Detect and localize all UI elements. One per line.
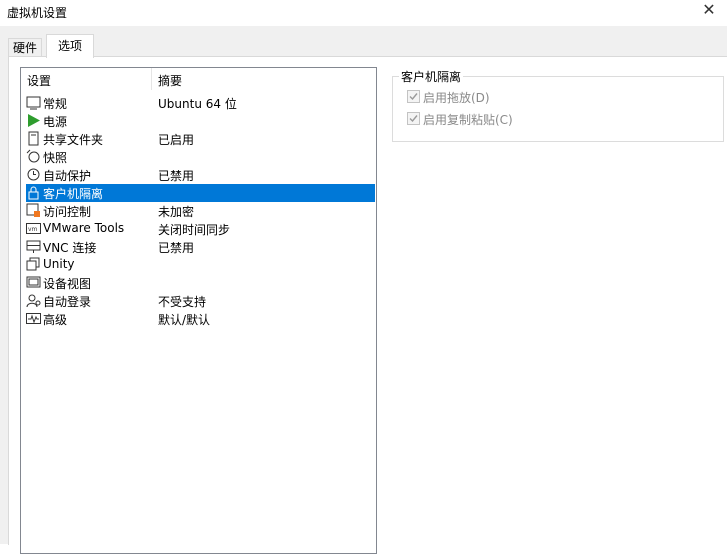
autologin-icon xyxy=(26,294,41,308)
list-item-summary: 不受支持 xyxy=(158,295,207,309)
vmware-tools-icon: vm xyxy=(26,223,41,234)
list-item-vmware-tools[interactable]: vm VMware Tools 关闭时间同步 xyxy=(26,220,375,238)
guest-isolation-group: 客户机隔离 启用拖放(D) 启用复制粘贴(C) xyxy=(392,68,724,142)
tab-hardware[interactable]: 硬件 xyxy=(8,38,42,57)
svg-text:vm: vm xyxy=(28,226,38,233)
list-item-summary: 已禁用 xyxy=(158,241,195,255)
list-item-autologin[interactable]: 自动登录 不受支持 xyxy=(26,292,375,310)
list-item-label: 客户机隔离 xyxy=(43,187,104,201)
list-item-device-view[interactable]: 设备视图 xyxy=(26,274,375,292)
shared-folder-icon xyxy=(28,131,39,146)
list-item-power[interactable]: 电源 xyxy=(26,112,375,130)
column-header-summary[interactable]: 摘要 xyxy=(152,68,358,90)
list-item-label: 设备视图 xyxy=(43,277,92,291)
list-item-summary: 已禁用 xyxy=(158,169,195,183)
general-icon xyxy=(26,96,41,110)
list-item-label: VNC 连接 xyxy=(43,241,97,255)
list-item-label: 高级 xyxy=(43,313,68,327)
list-item-label: 共享文件夹 xyxy=(43,133,104,147)
list-item-label: 访问控制 xyxy=(43,205,92,219)
list-item-summary: 已启用 xyxy=(158,133,195,147)
tab-options[interactable]: 选项 xyxy=(46,34,94,58)
list-item-access-control[interactable]: 访问控制 未加密 xyxy=(26,202,375,220)
device-view-icon xyxy=(26,276,41,288)
checkbox-checked-icon xyxy=(407,112,420,125)
list-item-label: 快照 xyxy=(43,151,68,165)
title-bar: 虚拟机设置 ✕ xyxy=(0,0,727,26)
list-item-autoprotect[interactable]: 自动保护 已禁用 xyxy=(26,166,375,184)
unity-icon xyxy=(26,257,40,271)
autoprotect-icon xyxy=(27,168,40,181)
list-item-advanced[interactable]: 高级 默认/默认 xyxy=(26,310,375,328)
list-item-vnc[interactable]: VNC 连接 已禁用 xyxy=(26,238,375,256)
close-icon[interactable]: ✕ xyxy=(701,0,717,19)
list-item-label: Unity xyxy=(43,257,75,271)
window-title: 虚拟机设置 xyxy=(7,6,68,20)
list-item-guest-isolation[interactable]: 客户机隔离 xyxy=(26,184,375,202)
checkbox-label: 启用复制粘贴(C) xyxy=(423,113,513,127)
group-title: 客户机隔离 xyxy=(399,68,464,85)
list-item-summary: Ubuntu 64 位 xyxy=(158,97,237,111)
list-item-summary: 默认/默认 xyxy=(158,313,211,327)
advanced-icon xyxy=(26,313,41,324)
list-header: 设置 摘要 xyxy=(21,68,376,90)
dialog-body: 硬件 选项 设置 摘要 常规 Ubuntu 64 位 电源 共享文件夹 已启用 xyxy=(0,26,727,554)
list-item-label: 自动登录 xyxy=(43,295,92,309)
column-header-settings[interactable]: 设置 xyxy=(21,68,152,90)
list-item-summary: 未加密 xyxy=(158,205,195,219)
list-item-general[interactable]: 常规 Ubuntu 64 位 xyxy=(26,94,375,112)
list-item-label: 自动保护 xyxy=(43,169,92,183)
list-item-unity[interactable]: Unity xyxy=(26,256,375,274)
options-panel: 设置 摘要 常规 Ubuntu 64 位 电源 共享文件夹 已启用 快照 自动保… xyxy=(8,56,727,554)
options-list[interactable]: 设置 摘要 常规 Ubuntu 64 位 电源 共享文件夹 已启用 快照 自动保… xyxy=(20,67,377,554)
checkbox-label: 启用拖放(D) xyxy=(423,91,490,105)
snapshot-icon xyxy=(26,149,40,163)
list-item-shared-folders[interactable]: 共享文件夹 已启用 xyxy=(26,130,375,148)
access-control-icon xyxy=(26,203,40,217)
vnc-icon xyxy=(26,240,41,253)
list-item-summary: 关闭时间同步 xyxy=(158,223,231,237)
list-item-snapshots[interactable]: 快照 xyxy=(26,148,375,166)
list-item-label: 电源 xyxy=(43,115,68,129)
checkbox-checked-icon xyxy=(407,90,420,103)
list-item-label: VMware Tools xyxy=(43,221,125,235)
list-item-label: 常规 xyxy=(43,97,68,111)
power-icon xyxy=(28,114,40,127)
lock-icon xyxy=(28,186,39,200)
